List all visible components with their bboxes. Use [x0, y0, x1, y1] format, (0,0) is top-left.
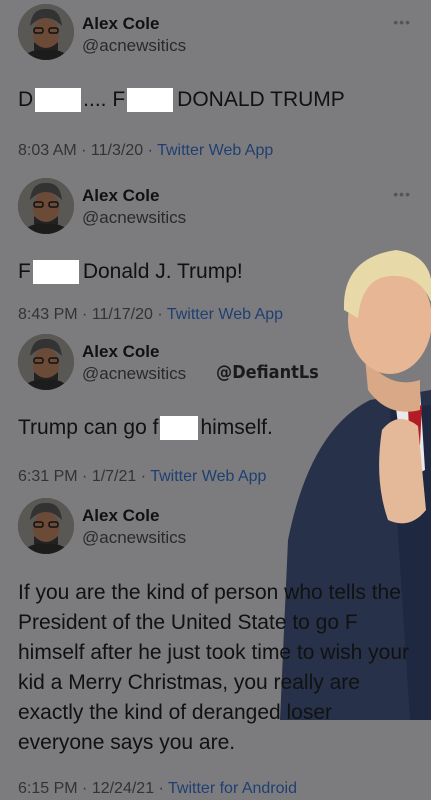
author-handle: @acnewsitics: [82, 208, 187, 227]
tweet-meta: 8:43 PM · 11/17/20 · Twitter Web App: [18, 306, 284, 323]
tweet-meta: 6:15 PM · 12/24/21 · Twitter for Android: [18, 780, 297, 797]
redaction-box: [160, 416, 199, 441]
tweet-text: Trump can go f himself.: [18, 416, 273, 441]
avatar[interactable]: [18, 178, 74, 234]
redaction-box: [127, 88, 174, 113]
redaction-box: [32, 260, 79, 285]
avatar[interactable]: [18, 498, 74, 554]
source-app-link[interactable]: Twitter for Android: [168, 780, 297, 797]
author-name: Alex Cole: [82, 342, 160, 361]
author-name: Alex Cole: [82, 186, 160, 205]
tweet-text: F Donald J. Trump!: [18, 260, 243, 285]
source-app-link[interactable]: Twitter Web App: [150, 468, 266, 485]
more-options-icon[interactable]: •••: [393, 14, 411, 30]
author-handle: @acnewsitics: [82, 528, 187, 547]
source-app-link[interactable]: Twitter Web App: [167, 306, 283, 323]
avatar[interactable]: [18, 334, 74, 390]
author-handle: @acnewsitics: [82, 36, 187, 55]
author-name: Alex Cole: [82, 506, 160, 525]
tweet-text: If you are the kind of person who tells …: [18, 581, 409, 754]
more-options-icon[interactable]: •••: [393, 186, 411, 202]
tweet-text: D.... F DONALD TRUMP: [18, 88, 345, 113]
tweet-meta: 6:31 PM · 1/7/21 · Twitter Web App: [18, 468, 267, 485]
tweet-3[interactable]: Alex Cole @acnewsitics Trump can go f him…: [0, 332, 431, 496]
avatar[interactable]: [18, 4, 74, 60]
tweet-2[interactable]: Alex Cole @acnewsitics ••• F Donald J. Tr…: [0, 172, 431, 332]
source-app-link[interactable]: Twitter Web App: [157, 142, 273, 159]
tweet-4[interactable]: Alex Cole @acnewsitics If you are the ki…: [0, 496, 431, 800]
author-handle: @acnewsitics: [82, 364, 187, 383]
tweet-meta: 8:03 AM · 11/3/20 · Twitter Web App: [18, 142, 274, 159]
redaction-box: [35, 88, 82, 113]
tweet-1[interactable]: Alex Cole @acnewsitics ••• D.... F DONALD…: [0, 0, 431, 172]
author-name: Alex Cole: [82, 14, 160, 33]
